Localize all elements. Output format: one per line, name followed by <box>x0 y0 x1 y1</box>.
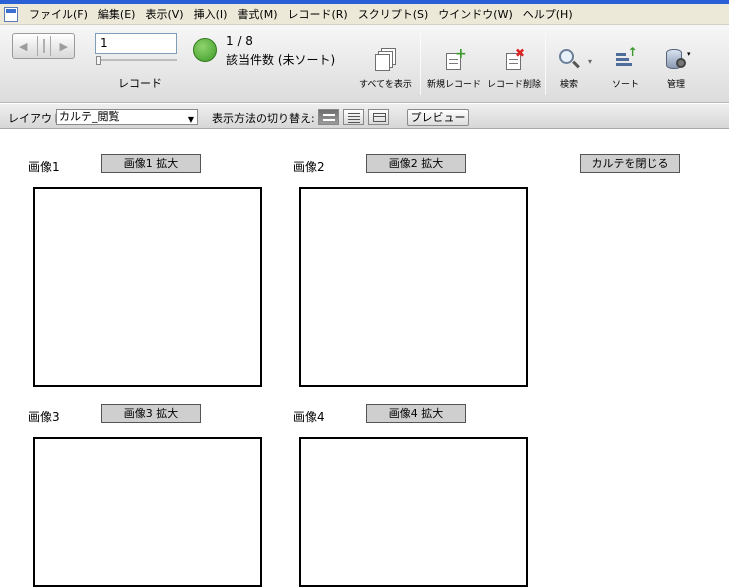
record-slider-track[interactable] <box>97 59 177 61</box>
database-gear-icon: ▾ <box>664 47 691 73</box>
menu-records[interactable]: レコード(R) <box>282 4 352 25</box>
view-list-button[interactable] <box>343 109 364 125</box>
image-4-zoom-button[interactable]: 画像4 拡大 <box>366 404 466 423</box>
new-record-button[interactable]: + 新規レコード <box>427 47 481 90</box>
menu-window[interactable]: ウインドウ(W) <box>433 4 517 25</box>
menu-format[interactable]: 書式(M) <box>232 4 282 25</box>
record-count: 1 / 8 <box>226 34 253 48</box>
found-set-pie-icon <box>193 38 217 62</box>
manage-label: 管理 <box>666 80 685 90</box>
manage-button[interactable]: ▾ 管理 <box>664 47 691 90</box>
menu-edit[interactable]: 編集(E) <box>93 4 141 25</box>
show-all-label: すべてを表示 <box>359 80 412 90</box>
delete-record-icon: ✖ <box>502 47 526 73</box>
book-spine-icon <box>36 36 51 56</box>
image-4-label: 画像4 <box>293 410 325 424</box>
toolbar-divider <box>545 33 546 95</box>
image-1-zoom-button[interactable]: 画像1 拡大 <box>101 154 201 173</box>
record-number-input[interactable]: 1 <box>95 33 177 54</box>
menu-scripts[interactable]: スクリプト(S) <box>353 4 434 25</box>
layout-select[interactable]: カルテ_閲覧 ▼ <box>56 109 198 125</box>
view-form-button[interactable] <box>318 109 339 125</box>
app-icon[interactable] <box>4 6 18 22</box>
found-status: 該当件数 (未ソート) <box>226 53 336 67</box>
image-4-container[interactable] <box>299 437 528 587</box>
show-all-button[interactable]: すべてを表示 <box>359 47 412 90</box>
menu-bar: ファイル(F) 編集(E) 表示(V) 挿入(I) 書式(M) レコード(R) … <box>0 4 729 25</box>
image-2-zoom-button[interactable]: 画像2 拡大 <box>366 154 466 173</box>
image-3-label: 画像3 <box>28 410 60 424</box>
layout-bar: レイアウト: カルテ_閲覧 ▼ 表示方法の切り替え: プレビュー <box>0 104 729 129</box>
toolbar-divider <box>420 33 421 95</box>
chevron-down-icon: ▼ <box>187 115 194 124</box>
magnifier-icon <box>557 47 581 73</box>
menu-view[interactable]: 表示(V) <box>140 4 188 25</box>
delete-record-label: レコード削除 <box>487 80 542 90</box>
menu-file[interactable]: ファイル(F) <box>24 4 93 25</box>
prev-record-icon[interactable]: ◀ <box>19 40 27 53</box>
close-chart-button[interactable]: カルテを閉じる <box>580 154 680 173</box>
status-toolbar: ◀ ▶ 1 レコード 1 / 8 該当件数 (未ソート) すべてを表示 + 新規… <box>0 25 729 103</box>
find-label: 検索 <box>559 80 578 90</box>
delete-record-button[interactable]: ✖ レコード削除 <box>487 47 541 90</box>
show-all-icon <box>373 47 397 73</box>
find-dropdown-icon[interactable]: ▾ <box>588 57 592 66</box>
menu-insert[interactable]: 挿入(I) <box>189 4 233 25</box>
next-record-icon[interactable]: ▶ <box>60 40 68 53</box>
menu-help[interactable]: ヘルプ(H) <box>518 4 578 25</box>
sort-button[interactable]: ↑ ソート <box>612 45 640 90</box>
sort-icon: ↑ <box>614 45 638 73</box>
view-as-label: 表示方法の切り替え: <box>212 112 315 125</box>
image-2-label: 画像2 <box>293 160 325 174</box>
image-3-zoom-button[interactable]: 画像3 拡大 <box>101 404 201 423</box>
view-table-button[interactable] <box>368 109 389 125</box>
layout-select-value: カルテ_閲覧 <box>59 110 120 123</box>
new-record-label: 新規レコード <box>427 80 482 90</box>
image-1-label: 画像1 <box>28 160 60 174</box>
new-record-icon: + <box>442 47 467 73</box>
image-1-container[interactable] <box>33 187 262 387</box>
record-label: レコード <box>118 77 162 90</box>
record-book[interactable]: ◀ ▶ <box>12 33 75 59</box>
sort-label: ソート <box>612 80 640 90</box>
image-2-container[interactable] <box>299 187 528 387</box>
preview-button[interactable]: プレビュー <box>407 109 469 126</box>
record-slider-thumb[interactable] <box>96 56 101 65</box>
image-3-container[interactable] <box>33 437 262 587</box>
find-button[interactable]: 検索 <box>557 47 581 90</box>
